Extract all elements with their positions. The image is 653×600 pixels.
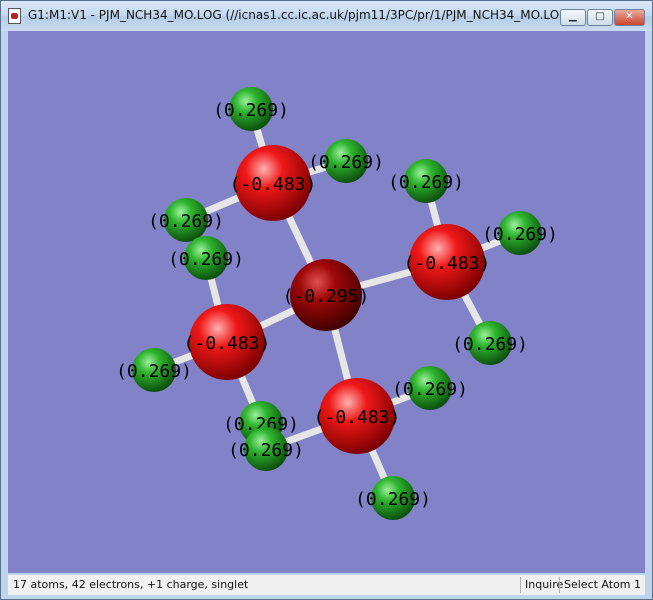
hydrogen-atom[interactable]: (0.269) [168,236,244,280]
status-action: Select Atom 1 [564,578,642,591]
atom-charge-label: (-0.483) [230,174,317,195]
status-separator [559,577,560,593]
hydrogen-atom[interactable]: (0.269) [213,87,289,131]
atom-charge-label: (0.269) [452,334,528,355]
hydrogen-atom[interactable]: (0.269) [452,321,528,365]
status-bar: 17 atoms, 42 electrons, +1 charge, singl… [8,575,645,595]
atom-charge-label: (-0.295) [283,286,370,307]
atom-charge-label: (0.269) [148,211,224,232]
atom-charge-label: (0.269) [392,379,468,400]
atom-charge-label: (0.269) [355,489,431,510]
status-separator [520,577,521,593]
atoms-layer[interactable]: (0.269)(-0.483)(0.269)(0.269)(0.269)(0.2… [116,87,558,520]
carbon-atom[interactable]: (-0.483) [314,378,401,454]
hydrogen-atom[interactable]: (0.269) [355,476,431,520]
atom-charge-label: (0.269) [213,100,289,121]
hydrogen-atom[interactable]: (0.269) [148,198,224,242]
atom-charge-label: (0.269) [388,172,464,193]
hydrogen-atom[interactable]: (0.269) [308,139,384,183]
app-icon[interactable] [8,8,21,24]
hydrogen-atom[interactable]: (0.269) [392,366,468,410]
carbon-atom[interactable]: (-0.483) [404,224,491,300]
hydrogen-atom[interactable]: (0.269) [482,211,558,255]
window-title: G1:M1:V1 - PJM_NCH34_MO.LOG (//icnas1.cc… [28,8,574,22]
atom-charge-label: (0.269) [116,361,192,382]
carbon-atom[interactable]: (-0.483) [230,145,317,221]
nitrogen-atom[interactable]: (-0.295) [283,259,370,331]
hydrogen-atom[interactable]: (0.269) [116,348,192,392]
atom-charge-label: (0.269) [482,224,558,245]
atom-charge-label: (0.269) [308,152,384,173]
title-bar[interactable]: G1:M1:V1 - PJM_NCH34_MO.LOG (//icnas1.cc… [1,1,652,31]
minimize-button[interactable]: ▁ [560,9,586,26]
application-window: G1:M1:V1 - PJM_NCH34_MO.LOG (//icnas1.cc… [0,0,653,600]
status-mode: Inquire [525,578,564,591]
atom-charge-label: (-0.483) [314,407,401,428]
maximize-button[interactable]: □ [587,9,613,26]
hydrogen-atom[interactable]: (0.269) [388,159,464,203]
carbon-atom[interactable]: (-0.483) [184,304,271,380]
atom-charge-label: (-0.483) [404,253,491,274]
molecule-viewport[interactable]: (0.269) (-0.483) (0.269) (0.269) (0.269) (0.2… [8,31,645,573]
atom-charge-label: (-0.483) [184,333,271,354]
close-button[interactable]: ✕ [614,9,645,26]
molecule-canvas[interactable]: (0.269)(-0.483)(0.269)(0.269)(0.269)(0.2… [8,31,645,573]
atom-charge-label: (0.269) [168,249,244,270]
atom-charge-label: (0.269) [228,440,304,461]
status-molecule-info: 17 atoms, 42 electrons, +1 charge, singl… [13,578,249,591]
